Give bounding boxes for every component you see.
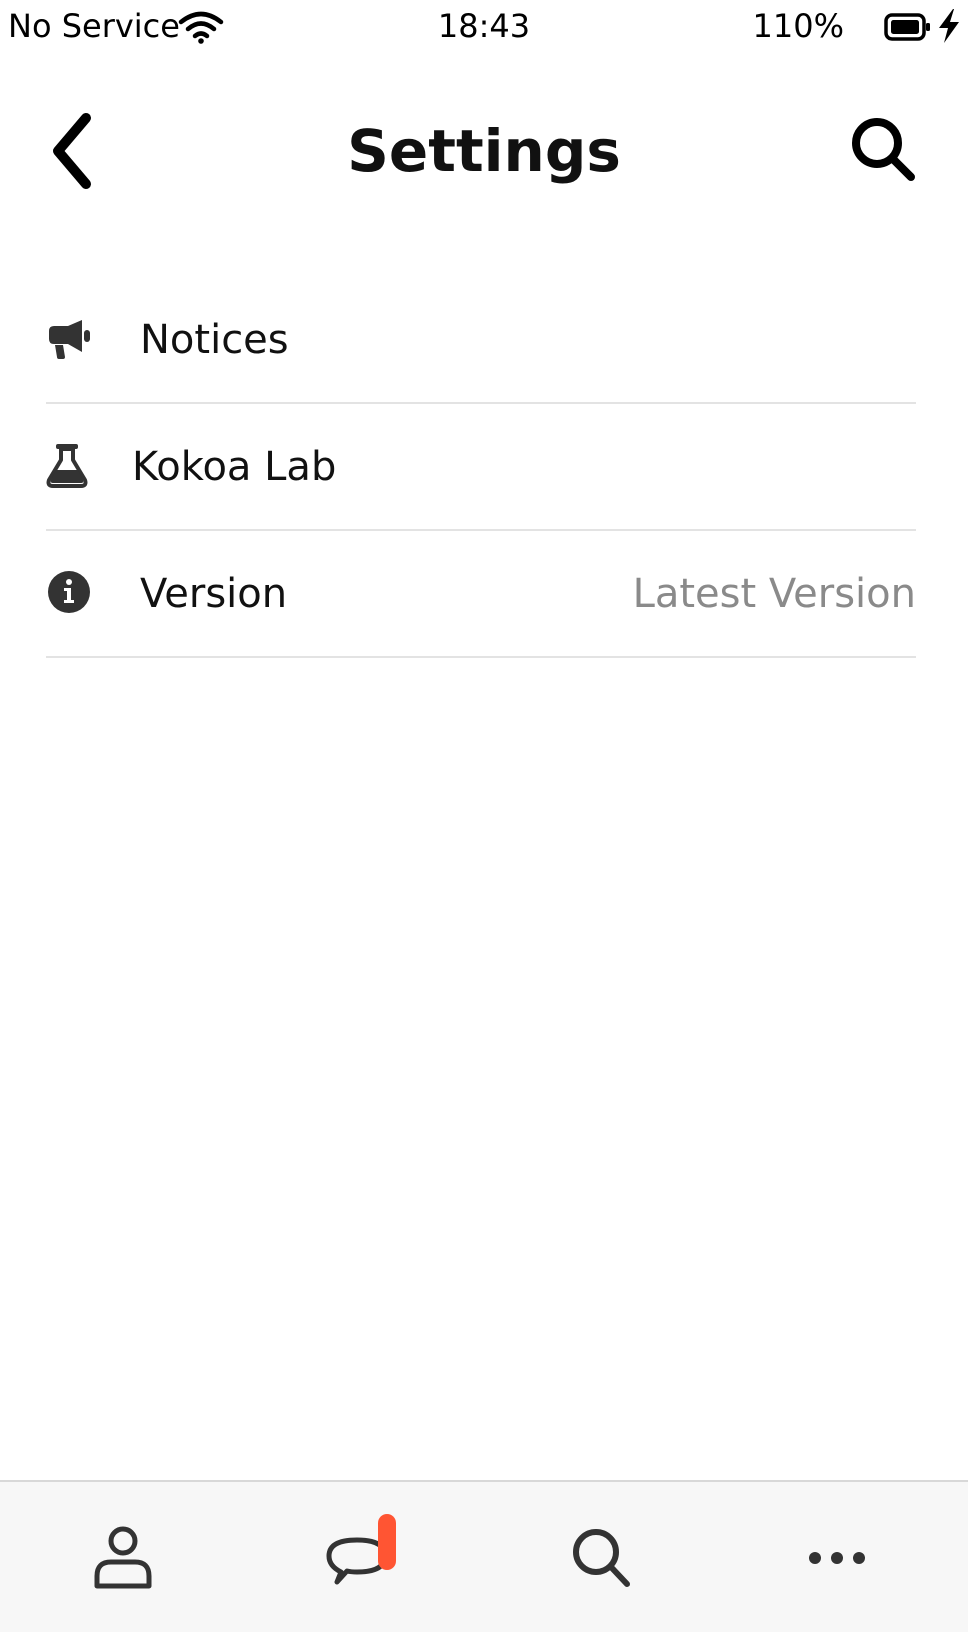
settings-row-notices[interactable]: Notices — [46, 277, 916, 404]
flask-icon — [46, 444, 88, 488]
tab-profile[interactable] — [78, 1512, 168, 1602]
search-icon — [573, 1529, 630, 1587]
settings-row-kokoa-lab[interactable]: Kokoa Lab — [46, 404, 916, 531]
navigation-header: Settings — [0, 90, 968, 210]
tab-chats[interactable] — [312, 1512, 402, 1602]
info-circle-icon — [48, 571, 90, 613]
search-icon — [852, 118, 915, 181]
battery-icon — [884, 13, 930, 41]
header-search-button[interactable] — [848, 114, 920, 186]
unread-badge — [378, 1514, 396, 1570]
settings-row-label: Kokoa Lab — [132, 444, 337, 490]
bottom-tab-bar — [0, 1480, 968, 1632]
person-icon — [94, 1526, 152, 1589]
megaphone-icon — [49, 320, 90, 359]
charging-bolt-icon — [939, 9, 959, 43]
settings-row-label: Notices — [140, 317, 289, 363]
page-title: Settings — [347, 117, 621, 185]
version-status-value: Latest Version — [632, 571, 916, 617]
settings-row-label: Version — [140, 571, 288, 617]
ellipsis-icon — [809, 1552, 865, 1564]
tab-search[interactable] — [556, 1512, 646, 1602]
settings-list: Notices Kokoa Lab Version Latest Version — [46, 277, 916, 658]
tab-more[interactable] — [792, 1512, 882, 1602]
battery-percent-label: 110% — [752, 7, 844, 45]
settings-row-version[interactable]: Version Latest Version — [46, 531, 916, 658]
status-bar: No Service 18:43 110% — [0, 0, 968, 54]
